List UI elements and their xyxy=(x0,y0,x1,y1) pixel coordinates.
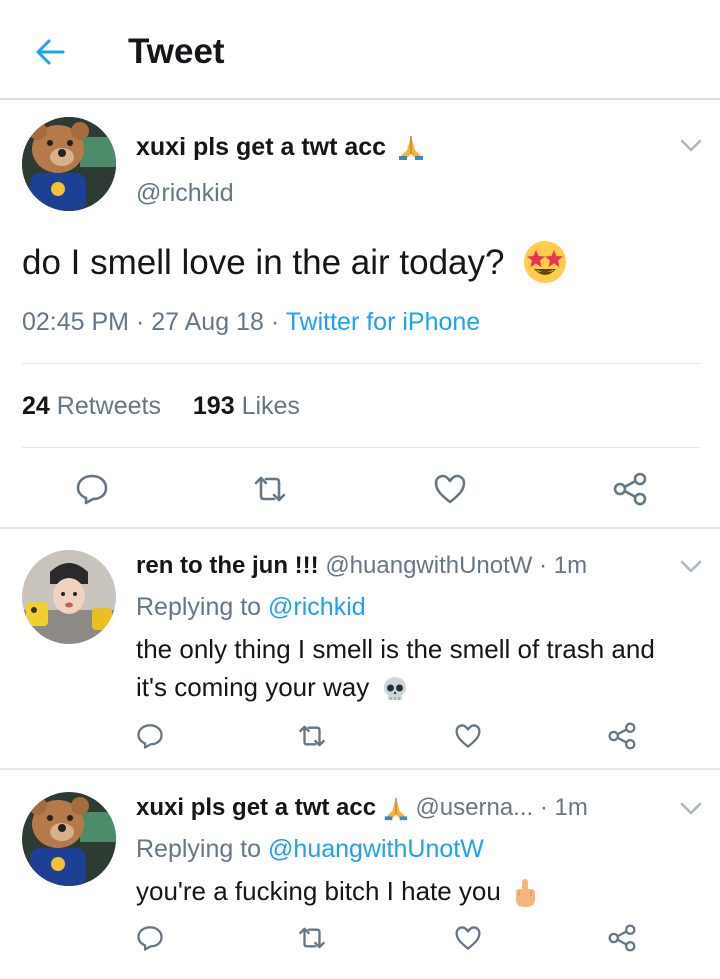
retweets-stat[interactable]: 24 Retweets xyxy=(22,392,161,420)
tweet-source[interactable]: Twitter for iPhone xyxy=(286,308,481,336)
user-handle[interactable]: @userna... xyxy=(415,794,533,821)
display-name-row[interactable]: xuxi pls get a twt acc xyxy=(136,131,425,163)
replying-to-line: Replying to @richkid xyxy=(136,590,366,624)
retweet-button[interactable] xyxy=(292,716,332,756)
user-handle[interactable]: @huangwithUnotW xyxy=(325,552,532,579)
share-button[interactable] xyxy=(602,716,642,756)
display-name[interactable]: xuxi pls get a twt acc xyxy=(136,794,376,821)
retweet-button[interactable] xyxy=(292,918,332,958)
replying-to-handle[interactable]: @richkid xyxy=(268,593,366,621)
like-icon xyxy=(455,724,481,748)
replying-label: Replying to xyxy=(136,835,262,863)
share-button[interactable] xyxy=(606,465,654,513)
likes-stat[interactable]: 193 Likes xyxy=(193,392,300,420)
reply-button[interactable] xyxy=(130,918,170,958)
share-icon xyxy=(608,722,636,750)
reply-text-block: the only thing I smell is the smell of t… xyxy=(136,630,676,706)
share-button[interactable] xyxy=(602,918,642,958)
reply-icon xyxy=(137,926,163,951)
reply-button[interactable] xyxy=(68,465,116,513)
back-button[interactable] xyxy=(28,30,72,74)
display-name[interactable]: ren to the jun !!! xyxy=(136,552,319,579)
middle-finger-emoji xyxy=(516,879,536,908)
chevron-down-icon[interactable] xyxy=(680,802,702,816)
tweet-meta: 02:45 PM · 27 Aug 18 · Twitter for iPhon… xyxy=(22,308,481,336)
reply-tweet[interactable]: xuxi pls get a twt acc @userna... · 1m R… xyxy=(0,772,720,979)
reply-text-block: you're a fucking bitch I hate you xyxy=(136,872,676,910)
page-title: Tweet xyxy=(128,32,225,71)
star-struck-emoji xyxy=(524,240,567,283)
tweet-time: 02:45 PM xyxy=(22,308,130,336)
reply-tweet[interactable]: ren to the jun !!! @huangwithUnotW · 1m … xyxy=(0,530,720,770)
tweet-text-row: do I smell love in the air today? xyxy=(22,239,568,287)
like-button[interactable] xyxy=(448,716,488,756)
app-header: Tweet xyxy=(0,0,720,100)
reply-header: ren to the jun !!! @huangwithUnotW · 1m xyxy=(136,552,588,579)
user-handle[interactable]: @richkid xyxy=(136,177,234,209)
folded-hands-emoji xyxy=(399,136,424,161)
share-icon xyxy=(613,472,647,506)
tweet-time: 1m xyxy=(554,794,588,821)
reply-icon xyxy=(76,474,108,505)
reply-icon xyxy=(137,724,163,749)
reply-text: you're a fucking bitch I hate you xyxy=(136,876,501,906)
reply-button[interactable] xyxy=(130,716,170,756)
divider xyxy=(22,447,700,448)
replying-to-handle[interactable]: @huangwithUnotW xyxy=(268,835,484,863)
replying-label: Replying to xyxy=(136,593,262,621)
main-tweet: xuxi pls get a twt acc @richkid do I sme… xyxy=(0,101,720,529)
like-icon xyxy=(434,474,466,504)
reply-header: xuxi pls get a twt acc @userna... · 1m xyxy=(136,794,588,821)
chevron-down-icon[interactable] xyxy=(680,139,702,153)
avatar[interactable] xyxy=(22,792,116,886)
divider xyxy=(22,363,700,364)
like-button[interactable] xyxy=(426,465,474,513)
tweet-date: 27 Aug 18 xyxy=(151,308,264,336)
avatar[interactable] xyxy=(22,117,116,211)
tweet-stats: 24 Retweets 193 Likes xyxy=(22,389,300,423)
tweet-time: 1m xyxy=(553,552,588,579)
like-button[interactable] xyxy=(448,918,488,958)
retweet-icon xyxy=(299,927,325,949)
like-icon xyxy=(455,926,481,950)
retweet-icon xyxy=(254,476,286,502)
retweet-button[interactable] xyxy=(246,465,294,513)
share-icon xyxy=(608,924,636,952)
tweet-text: do I smell love in the air today? xyxy=(22,243,505,282)
retweet-icon xyxy=(299,725,325,747)
chevron-down-icon[interactable] xyxy=(680,560,702,574)
avatar[interactable] xyxy=(22,550,116,644)
folded-hands-emoji xyxy=(384,797,407,820)
back-arrow-icon xyxy=(36,39,65,65)
replying-to-line: Replying to @huangwithUnotW xyxy=(136,832,484,866)
display-name: xuxi pls get a twt acc xyxy=(136,133,387,161)
skull-emoji xyxy=(383,677,406,701)
